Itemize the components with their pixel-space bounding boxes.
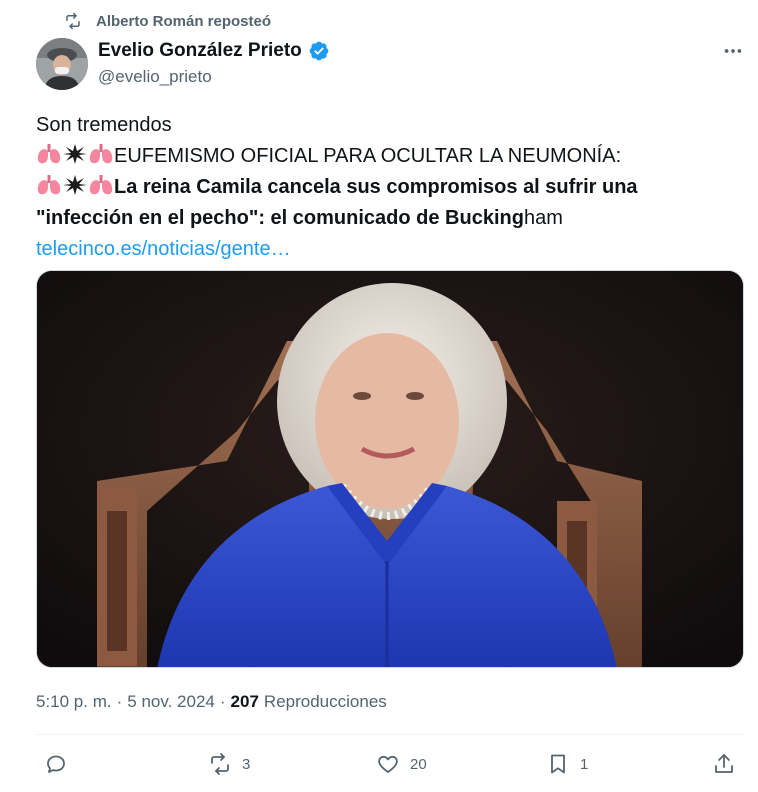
tweet-meta: 5:10 p. m. · 5 nov. 2024 · 207 Reproducc… [36, 692, 387, 712]
tweet-line-4-bold: "infección en el pecho": el comunicado d… [36, 207, 524, 229]
like-count: 20 [410, 755, 427, 773]
sparkle-icon [63, 144, 87, 164]
meta-separator: · [219, 692, 226, 711]
tweet-time[interactable]: 5:10 p. m. [36, 692, 112, 712]
views-count: 207 [230, 692, 259, 711]
author-name[interactable]: Evelio González Prieto [98, 40, 302, 62]
reply-button[interactable] [44, 748, 78, 780]
meta-separator: · [116, 692, 123, 711]
repost-icon [66, 12, 80, 30]
author-block: Evelio González Prieto @evelio_prieto [98, 40, 330, 87]
repost-header[interactable]: Alberto Román reposteó [64, 12, 271, 30]
bookmark-count: 1 [580, 755, 589, 773]
bookmark-icon [551, 754, 565, 774]
share-icon [715, 754, 733, 773]
tweet-line-3-text: La reina Camila cancela sus compromisos … [114, 176, 638, 198]
tweet-date[interactable]: 5 nov. 2024 [127, 692, 215, 712]
views-label: Reproducciones [263, 692, 387, 711]
lungs-icon [37, 175, 61, 195]
verified-badge-icon [309, 41, 329, 61]
tweet-link[interactable]: telecinco.es/noticias/gente… [36, 234, 726, 265]
bookmark-button[interactable]: 1 [546, 748, 588, 780]
repost-icon [211, 753, 229, 775]
sparkle-icon [63, 175, 87, 195]
tweet-line-2-text: EUFEMISMO OFICIAL PARA OCULTAR LA NEUMON… [114, 145, 622, 167]
tweet-line-2: EUFEMISMO OFICIAL PARA OCULTAR LA NEUMON… [36, 141, 726, 172]
tweet-line-3: La reina Camila cancela sus compromisos … [36, 172, 726, 203]
action-bar: 3 20 1 [40, 748, 744, 780]
like-button[interactable]: 20 [376, 748, 427, 780]
media-photo [37, 271, 743, 667]
lungs-icon [89, 144, 113, 164]
avatar-image [36, 38, 88, 90]
tweet-line-1: Son tremendos [36, 114, 172, 136]
reply-icon [47, 755, 65, 773]
heart-icon [378, 755, 398, 773]
repost-count: 3 [242, 755, 251, 773]
tweet-text: Son tremendos EUFEMISMO OFICIAL PARA OCU… [36, 110, 726, 265]
share-button[interactable] [712, 748, 746, 780]
repost-label: Alberto Román reposteó [96, 12, 272, 30]
tweet-line-4: "infección en el pecho": el comunicado d… [36, 203, 726, 234]
author-handle[interactable]: @evelio_prieto [98, 67, 330, 87]
tweet-media-image[interactable] [36, 270, 744, 668]
avatar[interactable] [36, 38, 88, 90]
divider [36, 734, 744, 735]
repost-button[interactable]: 3 [208, 748, 250, 780]
lungs-icon [37, 144, 61, 164]
tweet-line-4-tail: ham [523, 207, 563, 229]
more-options-icon[interactable] [722, 40, 744, 62]
lungs-icon [89, 175, 113, 195]
